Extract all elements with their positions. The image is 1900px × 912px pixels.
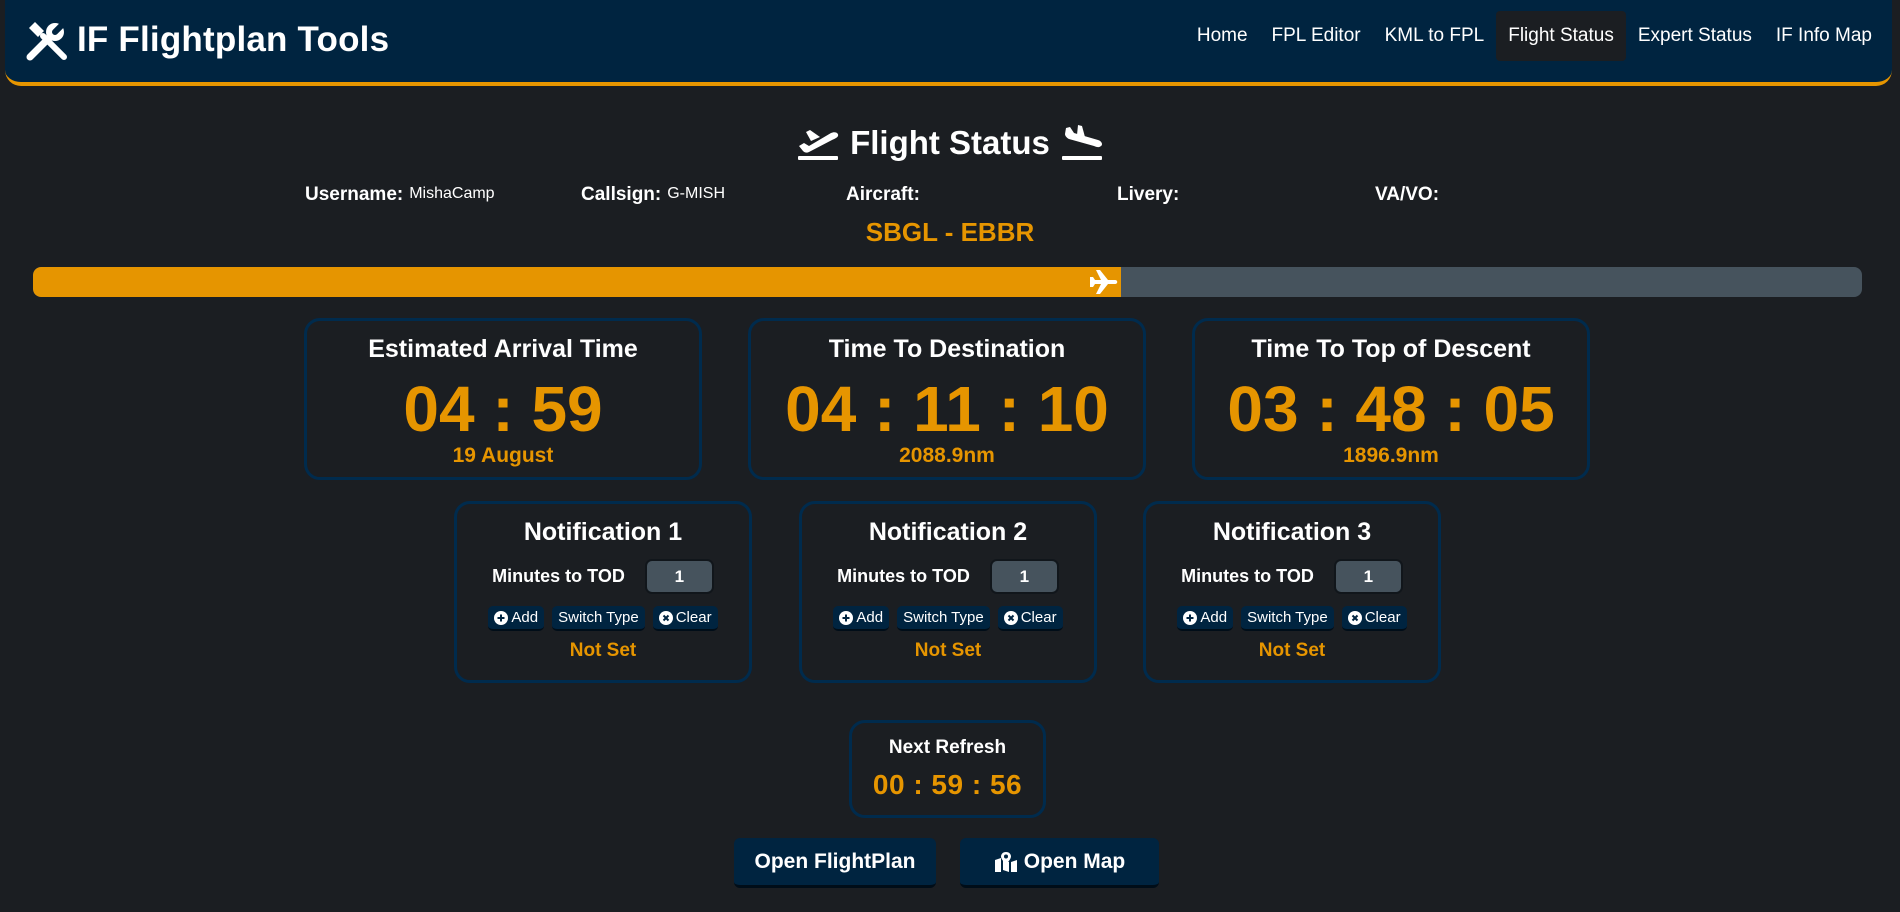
card-title: Time To Top of Descent xyxy=(1251,335,1531,363)
username-info: Username: MishaCamp xyxy=(305,184,495,206)
time-to-tod-card: Time To Top of Descent 03 : 48 : 05 1896… xyxy=(1192,318,1590,480)
card-title: Time To Destination xyxy=(828,335,1066,363)
next-refresh-countdown: 00 : 59 : 56 xyxy=(872,769,1023,800)
page-title-text: Flight Status xyxy=(850,124,1050,161)
card-value: 04 : 59 xyxy=(403,373,603,445)
notification-status: Not Set xyxy=(914,640,982,661)
flight-info: Username: MishaCamp Callsign: G-MISH Aircr… xyxy=(0,184,1900,210)
notification-card-1: Notification 1 Minutes to TOD Add Switch… xyxy=(454,501,752,683)
plane-arrival-icon xyxy=(1061,125,1102,160)
minutes-to-tod-input[interactable] xyxy=(1333,559,1403,594)
card-subtitle: 1896.9nm xyxy=(1343,444,1439,467)
brand-title: IF Flightplan Tools xyxy=(77,20,390,59)
notification-card-2: Notification 2 Minutes to TOD Add Switch… xyxy=(799,501,1097,683)
callsign-label: Callsign: xyxy=(581,184,662,205)
flight-progress-bar xyxy=(33,267,1862,297)
clear-button[interactable]: Clear xyxy=(1341,606,1407,631)
flight-progress-fill xyxy=(33,267,1122,297)
vavo-label: VA/VO: xyxy=(1375,184,1440,205)
aircraft-label: Aircraft: xyxy=(846,184,920,205)
times-circle-icon xyxy=(1347,610,1362,625)
open-flightplan-button[interactable]: Open FlightPlan xyxy=(734,838,936,888)
nav-if-info-map[interactable]: IF Info Map xyxy=(1764,11,1884,61)
minutes-to-tod-input[interactable] xyxy=(989,559,1059,594)
notification-title: Notification 1 xyxy=(523,518,683,546)
add-button-label: Add xyxy=(511,609,539,626)
nav-kml-to-fpl[interactable]: KML to FPL xyxy=(1373,11,1497,61)
plus-circle-icon xyxy=(839,610,854,625)
username-label: Username: xyxy=(305,184,404,205)
livery-label: Livery: xyxy=(1117,184,1180,205)
nav-expert-status[interactable]: Expert Status xyxy=(1626,11,1764,61)
card-title: Estimated Arrival Time xyxy=(368,335,638,363)
card-value: 03 : 48 : 05 xyxy=(1227,373,1555,445)
notification-status: Not Set xyxy=(1258,640,1326,661)
times-circle-icon xyxy=(1003,610,1018,625)
header: IF Flightplan Tools Home FPL Editor KML … xyxy=(5,0,1892,86)
route: SBGL - EBBR xyxy=(865,217,1035,247)
minutes-to-tod-label: Minutes to TOD xyxy=(492,566,625,586)
map-marked-icon xyxy=(994,851,1017,872)
notification-status: Not Set xyxy=(569,640,637,661)
username-value: MishaCamp xyxy=(409,185,495,202)
plane-icon xyxy=(1090,270,1118,294)
add-button[interactable]: Add xyxy=(833,606,890,631)
tools-icon xyxy=(26,19,68,61)
livery-info: Livery: xyxy=(1117,184,1185,206)
aircraft-info: Aircraft: xyxy=(846,184,926,206)
clear-button-label: Clear xyxy=(1020,609,1057,626)
minutes-to-tod-label: Minutes to TOD xyxy=(1181,566,1314,586)
estimated-arrival-card: Estimated Arrival Time 04 : 59 19 August xyxy=(304,318,702,480)
nav-fpl-editor[interactable]: FPL Editor xyxy=(1260,11,1373,61)
notification-title: Notification 3 xyxy=(1212,518,1372,546)
plus-circle-icon xyxy=(1183,610,1198,625)
add-button[interactable]: Add xyxy=(488,606,545,631)
vavo-info: VA/VO: xyxy=(1375,184,1445,206)
card-value: 04 : 11 : 10 xyxy=(785,373,1109,445)
time-to-destination-card: Time To Destination 04 : 11 : 10 2088.9n… xyxy=(748,318,1146,480)
minutes-to-tod-input[interactable] xyxy=(644,559,714,594)
clear-button[interactable]: Clear xyxy=(652,606,718,631)
callsign-value: G-MISH xyxy=(667,185,726,202)
open-map-button[interactable]: Open Map xyxy=(960,838,1159,888)
minutes-to-tod-label: Minutes to TOD xyxy=(837,566,970,586)
clear-button-label: Clear xyxy=(675,609,712,626)
brand[interactable]: IF Flightplan Tools xyxy=(25,18,389,62)
add-button-label: Add xyxy=(1200,609,1228,626)
page-title: Flight Status xyxy=(0,124,1900,162)
main-nav: Home FPL Editor KML to FPL Flight Status… xyxy=(1185,11,1884,61)
plane-departure-icon xyxy=(798,130,839,160)
add-button-label: Add xyxy=(856,609,884,626)
card-subtitle: 2088.9nm xyxy=(899,444,995,467)
notification-title: Notification 2 xyxy=(868,518,1028,546)
notification-card-3: Notification 3 Minutes to TOD Add Switch… xyxy=(1143,501,1441,683)
switch-type-button[interactable]: Switch Type xyxy=(897,606,990,631)
open-map-label: Open Map xyxy=(1023,849,1126,873)
next-refresh-title: Next Refresh xyxy=(888,737,1007,758)
switch-type-button[interactable]: Switch Type xyxy=(1241,606,1334,631)
card-subtitle: 19 August xyxy=(452,444,554,467)
plus-circle-icon xyxy=(494,610,509,625)
nav-flight-status[interactable]: Flight Status xyxy=(1496,11,1626,61)
switch-type-button[interactable]: Switch Type xyxy=(552,606,645,631)
add-button[interactable]: Add xyxy=(1177,606,1234,631)
next-refresh-card: Next Refresh 00 : 59 : 56 xyxy=(849,720,1046,818)
callsign-info: Callsign: G-MISH xyxy=(581,184,725,206)
nav-home[interactable]: Home xyxy=(1185,11,1260,61)
clear-button-label: Clear xyxy=(1364,609,1401,626)
clear-button[interactable]: Clear xyxy=(997,606,1063,631)
times-circle-icon xyxy=(658,610,673,625)
